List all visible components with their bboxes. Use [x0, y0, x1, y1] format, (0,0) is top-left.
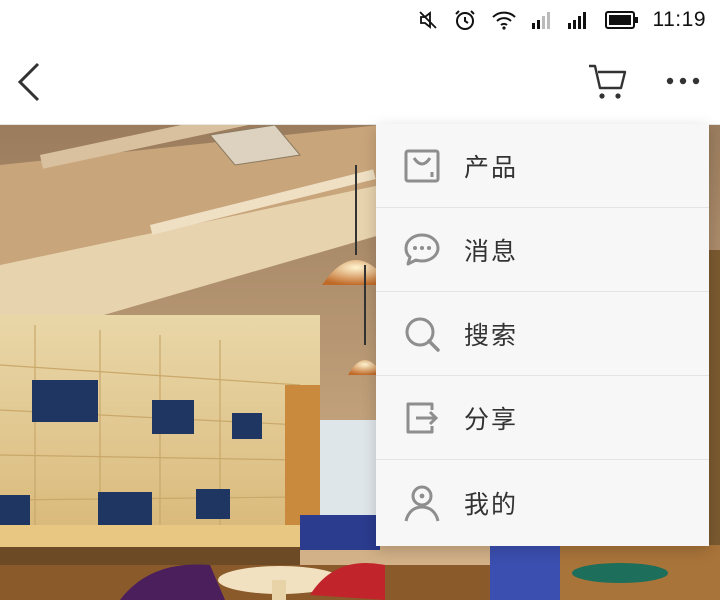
menu-item-me[interactable]: 我的	[376, 460, 709, 546]
menu-item-message[interactable]: 消息	[376, 208, 709, 292]
menu-item-label: 搜索	[464, 320, 519, 350]
menu-item-label: 产品	[464, 152, 519, 182]
menu-item-product[interactable]: 产品	[376, 124, 709, 208]
wifi-icon	[491, 10, 517, 30]
menu-item-share[interactable]: 分享	[376, 376, 709, 460]
mute-icon	[417, 9, 439, 31]
overflow-menu: 产品 消息 搜索 分享 我的	[376, 124, 709, 546]
menu-item-label: 消息	[464, 236, 519, 266]
menu-item-search[interactable]: 搜索	[376, 292, 709, 376]
menu-item-label: 分享	[464, 404, 519, 434]
signal-icon	[531, 11, 553, 29]
search-icon	[402, 314, 442, 354]
menu-item-label: 我的	[464, 490, 519, 519]
status-bar: 11:19	[0, 0, 720, 40]
signal-icon	[567, 11, 591, 29]
alarm-icon	[453, 8, 477, 32]
more-dots-icon[interactable]	[662, 66, 704, 96]
user-profile-icon	[402, 483, 442, 523]
nav-bar	[0, 40, 720, 125]
product-bag-icon	[402, 146, 442, 186]
cart-icon[interactable]	[586, 62, 630, 102]
message-bubble-icon	[402, 230, 442, 270]
status-time: 11:19	[652, 8, 706, 31]
battery-icon	[604, 11, 639, 29]
back-chevron-icon[interactable]	[14, 60, 48, 104]
share-icon	[402, 398, 442, 438]
